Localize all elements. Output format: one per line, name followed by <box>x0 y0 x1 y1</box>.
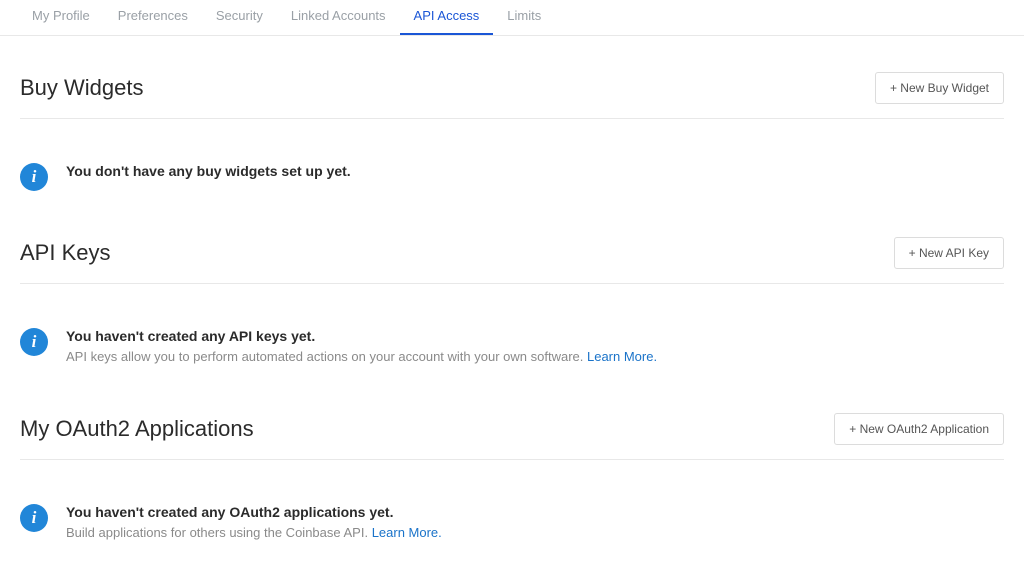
oauth-sub-text: Build applications for others using the … <box>66 525 372 540</box>
oauth-title: My OAuth2 Applications <box>20 416 254 442</box>
api-keys-empty-title: You haven't created any API keys yet. <box>66 328 1004 344</box>
info-text-api-keys: You haven't created any API keys yet. AP… <box>66 328 1004 367</box>
oauth-empty-title: You haven't created any OAuth2 applicati… <box>66 504 1004 520</box>
settings-tab-nav: My Profile Preferences Security Linked A… <box>0 0 1024 36</box>
info-icon: i <box>20 328 48 356</box>
section-header-buy-widgets: Buy Widgets + New Buy Widget <box>20 72 1004 119</box>
info-text-oauth: You haven't created any OAuth2 applicati… <box>66 504 1004 543</box>
tab-limits[interactable]: Limits <box>493 0 555 35</box>
tab-preferences[interactable]: Preferences <box>104 0 202 35</box>
section-header-oauth: My OAuth2 Applications + New OAuth2 Appl… <box>20 413 1004 460</box>
tab-linked-accounts[interactable]: Linked Accounts <box>277 0 400 35</box>
oauth-learn-more-link[interactable]: Learn More. <box>372 525 442 540</box>
content-area: Buy Widgets + New Buy Widget i You don't… <box>0 72 1024 552</box>
info-icon: i <box>20 163 48 191</box>
buy-widgets-title: Buy Widgets <box>20 75 144 101</box>
new-oauth-app-button[interactable]: + New OAuth2 Application <box>834 413 1004 445</box>
api-keys-title: API Keys <box>20 240 110 266</box>
api-keys-empty-sub: API keys allow you to perform automated … <box>66 347 1004 367</box>
tab-my-profile[interactable]: My Profile <box>18 0 104 35</box>
section-header-api-keys: API Keys + New API Key <box>20 237 1004 284</box>
api-keys-sub-text: API keys allow you to perform automated … <box>66 349 587 364</box>
section-buy-widgets: Buy Widgets + New Buy Widget i You don't… <box>20 72 1004 201</box>
info-icon: i <box>20 504 48 532</box>
info-row-buy-widgets: i You don't have any buy widgets set up … <box>20 119 1004 201</box>
api-keys-learn-more-link[interactable]: Learn More. <box>587 349 657 364</box>
buy-widgets-empty-title: You don't have any buy widgets set up ye… <box>66 163 1004 179</box>
new-buy-widget-button[interactable]: + New Buy Widget <box>875 72 1004 104</box>
info-text-buy-widgets: You don't have any buy widgets set up ye… <box>66 163 1004 182</box>
tab-security[interactable]: Security <box>202 0 277 35</box>
section-oauth: My OAuth2 Applications + New OAuth2 Appl… <box>20 413 1004 553</box>
info-row-api-keys: i You haven't created any API keys yet. … <box>20 284 1004 377</box>
new-api-key-button[interactable]: + New API Key <box>894 237 1004 269</box>
tab-api-access[interactable]: API Access <box>400 0 494 35</box>
section-api-keys: API Keys + New API Key i You haven't cre… <box>20 237 1004 377</box>
info-row-oauth: i You haven't created any OAuth2 applica… <box>20 460 1004 553</box>
oauth-empty-sub: Build applications for others using the … <box>66 523 1004 543</box>
